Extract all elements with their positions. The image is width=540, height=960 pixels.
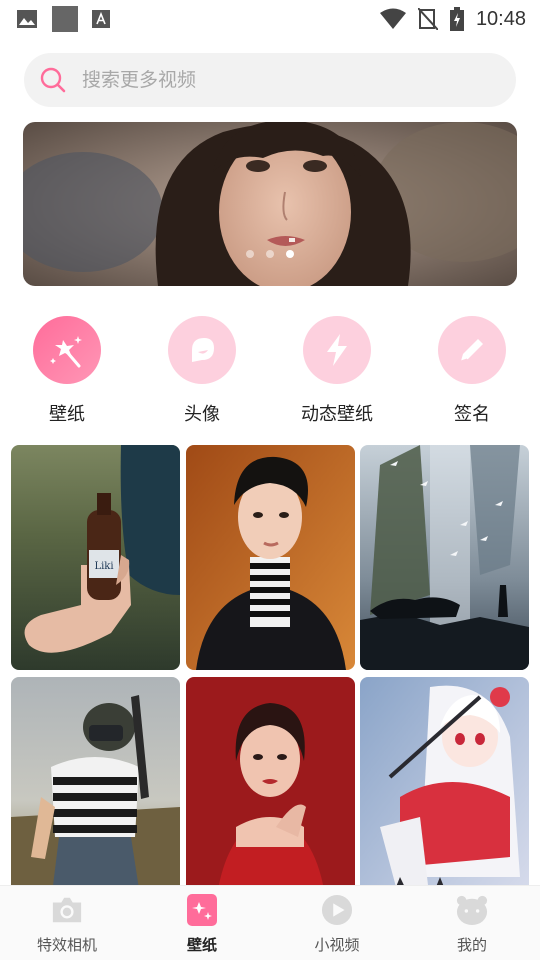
wallpaper-image xyxy=(186,677,355,885)
wifi-icon xyxy=(379,8,406,30)
search-icon xyxy=(40,67,66,93)
category-label: 头像 xyxy=(184,404,220,425)
chat-bubble-icon xyxy=(168,316,236,384)
bottle-label: Liki xyxy=(94,561,113,572)
tab-short-video[interactable]: 小视频 xyxy=(282,894,392,955)
wallpaper-tile[interactable]: Liki xyxy=(11,445,180,670)
tab-effect-camera[interactable]: 特效相机 xyxy=(12,894,122,955)
wallpaper-tile[interactable] xyxy=(360,445,529,670)
carousel-dots xyxy=(23,250,517,258)
category-wallpaper[interactable]: 壁纸 xyxy=(7,316,127,426)
wallpaper-image xyxy=(360,445,529,670)
wallpaper-image xyxy=(11,677,180,885)
tab-label: 特效相机 xyxy=(36,936,97,954)
tab-mine[interactable]: 我的 xyxy=(417,894,527,955)
category-avatar[interactable]: 头像 xyxy=(142,316,262,426)
app-screen: 10:48 搜索更多视频 壁纸 头像 动态壁纸 签名 Liki 特效相机 壁纸 … xyxy=(0,0,540,960)
bear-face-icon xyxy=(456,894,488,926)
sparkle-card-icon xyxy=(186,894,218,926)
search-bar[interactable] xyxy=(24,53,516,107)
a-icon xyxy=(92,10,110,28)
category-row: 壁纸 头像 动态壁纸 签名 xyxy=(0,316,540,426)
camera-icon xyxy=(51,894,83,926)
status-bar: 10:48 xyxy=(0,0,540,38)
wallpaper-tile[interactable] xyxy=(186,445,355,670)
carousel-dot-active[interactable] xyxy=(286,250,294,258)
pencil-icon xyxy=(438,316,506,384)
bottom-tab-bar: 特效相机 壁纸 小视频 我的 xyxy=(0,885,540,960)
battery-icon xyxy=(449,7,464,31)
wallpaper-image: Liki xyxy=(11,445,180,670)
lightning-icon xyxy=(303,316,371,384)
tab-label: 我的 xyxy=(456,936,487,954)
category-label: 壁纸 xyxy=(49,404,85,425)
carousel-dot[interactable] xyxy=(266,250,274,258)
clock: 10:48 xyxy=(475,7,526,30)
category-label: 动态壁纸 xyxy=(301,404,373,425)
category-live-wallpaper[interactable]: 动态壁纸 xyxy=(277,316,397,426)
no-signal-icon xyxy=(417,8,438,30)
wallpaper-grid: Liki xyxy=(11,445,529,885)
category-signature[interactable]: 签名 xyxy=(412,316,532,426)
square-icon xyxy=(52,6,78,32)
wallpaper-image xyxy=(360,677,529,885)
banner-carousel[interactable] xyxy=(23,122,517,286)
search-input[interactable] xyxy=(82,69,462,91)
magic-wand-icon xyxy=(33,316,101,384)
tab-label: 小视频 xyxy=(314,936,360,954)
tab-wallpaper[interactable]: 壁纸 xyxy=(147,894,257,955)
image-icon xyxy=(16,9,38,29)
tab-label: 壁纸 xyxy=(186,936,217,954)
wallpaper-tile[interactable] xyxy=(360,677,529,885)
category-label: 签名 xyxy=(454,404,490,425)
play-circle-icon xyxy=(321,894,353,926)
banner-image xyxy=(23,122,517,286)
carousel-dot[interactable] xyxy=(246,250,254,258)
wallpaper-image xyxy=(186,445,355,670)
wallpaper-tile[interactable] xyxy=(186,677,355,885)
wallpaper-tile[interactable] xyxy=(11,677,180,885)
